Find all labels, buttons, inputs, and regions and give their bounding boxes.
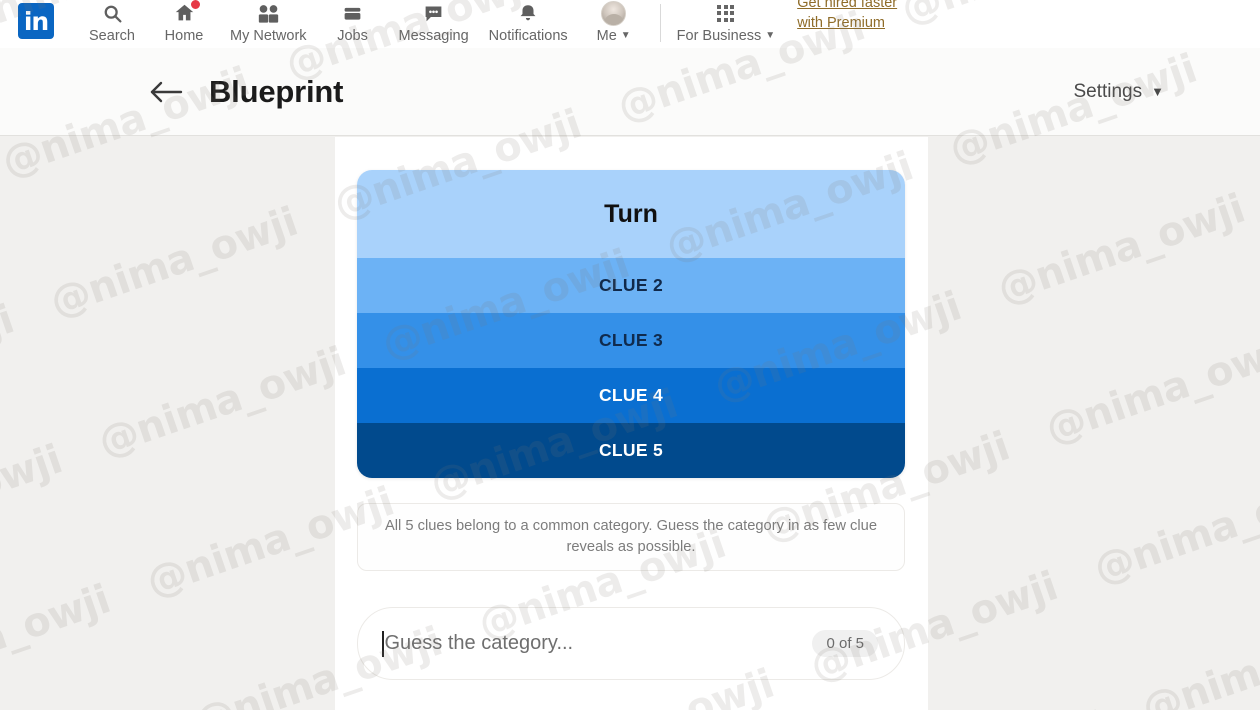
text-cursor	[382, 630, 384, 657]
chevron-down-icon: ▼	[620, 30, 631, 41]
guess-count-badge: 0 of 5	[812, 630, 878, 657]
linkedin-logo-icon[interactable]: in	[18, 3, 54, 39]
guess-input[interactable]: Guess the category...	[385, 632, 574, 655]
message-icon	[422, 0, 445, 26]
nav-item-notifications[interactable]: Notifications	[479, 0, 578, 48]
grid-icon	[717, 0, 735, 26]
back-arrow-icon[interactable]	[148, 79, 184, 105]
clue-row-1[interactable]: Turn	[357, 170, 905, 258]
premium-upsell-link[interactable]: Get hired faster with Premium	[797, 0, 897, 33]
premium-line-1: Get hired faster	[797, 0, 898, 11]
clue-label-3: CLUE 3	[598, 330, 664, 350]
clue-row-3[interactable]: CLUE 3	[357, 313, 905, 368]
bell-icon	[517, 0, 539, 26]
nav-label-for-business: For Business ▼	[677, 29, 776, 44]
nav-item-me[interactable]: Me ▼	[578, 0, 650, 48]
nav-item-jobs[interactable]: Jobs	[317, 0, 389, 48]
nav-label-notifications: Notifications	[488, 28, 568, 44]
nav-label-jobs: Jobs	[337, 28, 368, 44]
search-icon	[102, 0, 123, 26]
game-card: Turn CLUE 2 CLUE 3 CLUE 4 CLUE 5 All 5 c…	[335, 137, 928, 710]
briefcase-icon	[341, 0, 364, 26]
clue-label-4: CLUE 4	[598, 385, 664, 405]
nav-divider	[659, 4, 661, 42]
nav-item-my-network[interactable]: My Network	[220, 0, 317, 48]
people-icon	[256, 0, 281, 26]
for-business-label: For Business	[676, 28, 762, 44]
clue-row-4[interactable]: CLUE 4	[357, 368, 905, 423]
chevron-down-icon: ▼	[765, 30, 776, 41]
nav-items: Search Home My Network Jobs Messaging No…	[76, 0, 897, 48]
chevron-down-icon: ▼	[1151, 84, 1164, 99]
nav-label-my-network: My Network	[230, 28, 307, 44]
clue-label-2: CLUE 2	[598, 275, 664, 295]
avatar	[601, 0, 627, 26]
page-title: Blueprint	[209, 73, 344, 109]
premium-line-2: with Premium	[797, 14, 886, 31]
page-body: Turn CLUE 2 CLUE 3 CLUE 4 CLUE 5 All 5 c…	[0, 137, 1260, 710]
nav-item-home[interactable]: Home	[148, 0, 220, 48]
nav-item-messaging[interactable]: Messaging	[389, 0, 479, 48]
screen: in Search Home My Network Jobs Messaging…	[0, 0, 1260, 710]
nav-label-me: Me ▼	[597, 29, 631, 44]
nav-item-for-business[interactable]: For Business ▼	[667, 0, 786, 48]
clue-stack: Turn CLUE 2 CLUE 3 CLUE 4 CLUE 5	[357, 170, 905, 478]
nav-item-search[interactable]: Search	[76, 0, 148, 48]
linkedin-global-nav: in Search Home My Network Jobs Messaging…	[0, 0, 1260, 48]
settings-label: Settings	[1073, 80, 1143, 102]
me-label: Me	[596, 28, 617, 44]
nav-label-messaging: Messaging	[398, 28, 469, 44]
clue-label-1: Turn	[604, 199, 658, 228]
nav-label-search: Search	[89, 28, 135, 44]
guess-input-container[interactable]: Guess the category... 0 of 5	[357, 607, 905, 680]
clue-row-2[interactable]: CLUE 2	[357, 258, 905, 313]
hint-text: All 5 clues belong to a common category.…	[384, 517, 878, 555]
clue-row-5[interactable]: CLUE 5	[357, 423, 905, 478]
home-icon	[173, 0, 201, 26]
settings-dropdown[interactable]: Settings ▼	[1073, 81, 1164, 103]
clue-label-5: CLUE 5	[598, 440, 664, 460]
page-header: Blueprint Settings ▼	[0, 48, 1260, 136]
hint-box: All 5 clues belong to a common category.…	[357, 503, 905, 571]
nav-label-home: Home	[164, 28, 204, 44]
notification-badge	[189, 0, 201, 10]
